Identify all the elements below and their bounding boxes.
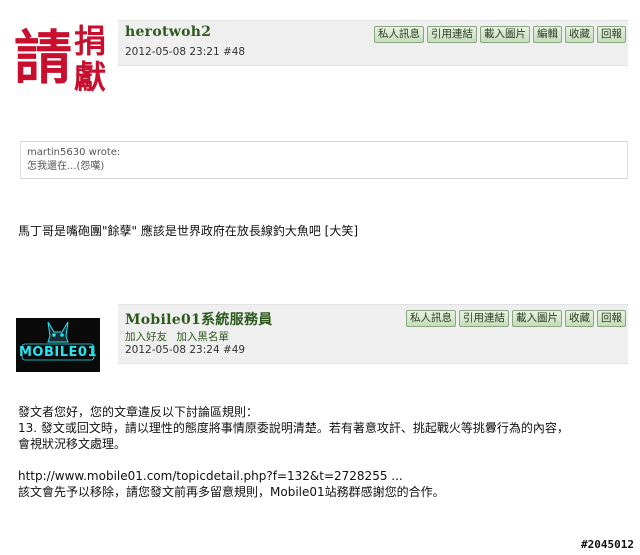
post-body-2: 發文者您好，您的文章違反以下討論區規則： 13. 發文或回文時，請以理性的態度將事… bbox=[18, 404, 569, 500]
post49-action-button[interactable]: 回報 bbox=[597, 310, 626, 327]
body-line: 會視狀況移文處理。 bbox=[18, 437, 127, 451]
body-line bbox=[18, 452, 569, 468]
mobile01-avatar[interactable]: MOBILE01 bbox=[16, 318, 100, 372]
post49-action-button[interactable]: 私人訊息 bbox=[406, 310, 456, 327]
post49-action-button[interactable]: 引用連結 bbox=[459, 310, 509, 327]
post-actions-2: 私人訊息 引用連結 載入圖片 收藏 回報 bbox=[406, 310, 626, 327]
avatar-graphic-2: MOBILE01 bbox=[16, 318, 100, 372]
post-meta-2: 2012-05-08 23:24 #49 bbox=[125, 344, 246, 356]
watermark: #2045012 bbox=[581, 538, 634, 551]
avatar-logo-text: MOBILE01 bbox=[19, 345, 97, 360]
add-blacklist-link[interactable]: 加入黑名單 bbox=[176, 331, 229, 343]
post49-action-button[interactable]: 收藏 bbox=[565, 310, 594, 327]
post-49: MOBILE01 Mobile01系統服務員 加入好友 加入黑名單 2012-0… bbox=[0, 0, 640, 555]
body-line: 發文者您好，您的文章違反以下討論區規則： bbox=[18, 405, 259, 419]
body-line: 13. 發文或回文時，請以理性的態度將事情原委說明清楚。若有著意攻訐、挑起戰火等… bbox=[18, 421, 569, 435]
user-links: 加入好友 加入黑名單 bbox=[125, 329, 235, 344]
body-line: 該文會先予以移除，請您發文前再多留意規則，Mobile01站務群感謝您的合作。 bbox=[18, 485, 445, 499]
post49-action-button[interactable]: 載入圖片 bbox=[512, 310, 562, 327]
add-friend-link[interactable]: 加入好友 bbox=[125, 331, 167, 343]
body-line: http://www.mobile01.com/topicdetail.php?… bbox=[18, 469, 403, 483]
username-2[interactable]: Mobile01系統服務員 bbox=[125, 309, 273, 329]
